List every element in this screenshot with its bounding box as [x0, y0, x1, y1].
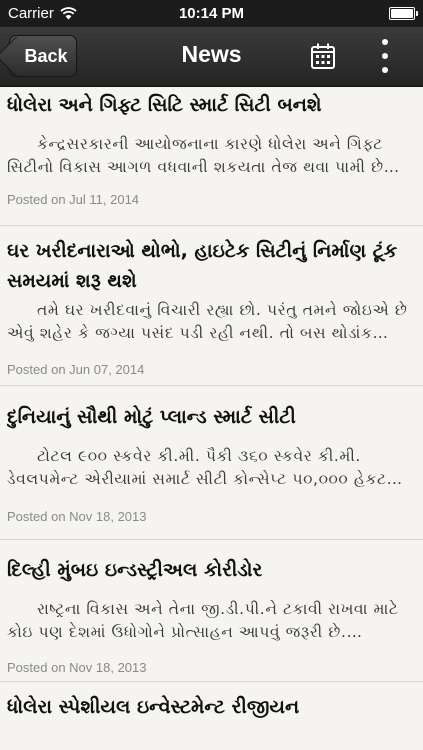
battery-icon	[389, 7, 418, 20]
news-title: દિલ્હી મુંબઇ ઇન્ડસ્ટ્રીઅલ કોરીડોર	[7, 559, 263, 581]
news-excerpt: ટોટલ ૯૦૦ સ્કવેર કી.મી. પૈકી ૩૬૦ સ્કવેર ક…	[7, 447, 403, 488]
news-list-item[interactable]: ધોલેરા સ્પેશીયલ ઇન્વેસ્ટમેન્ટ રીજીયન	[0, 682, 423, 722]
news-title: ધોલેરા સ્પેશીયલ ઇન્વેસ્ટમેન્ટ રીજીયન	[7, 696, 300, 718]
news-excerpt: કેન્દ્રસરકારની આયોજનાના કારણે ધોલેરા અને…	[7, 135, 400, 176]
news-list-item[interactable]: ધોલેરા અને ગિફ્ટ સિટિ સ્માર્ટ સિટી બનશે …	[0, 87, 423, 226]
news-list-item[interactable]: ઘર ખરીદનારાઓ થોભો, હાઇટેક સિટીનું નિર્મા…	[0, 226, 423, 386]
news-title: ધોલેરા અને ગિફ્ટ સિટિ સ્માર્ટ સિટી બનશે	[7, 94, 322, 116]
status-time: 10:14 PM	[178, 5, 245, 22]
more-dot	[382, 39, 388, 45]
news-date: Posted on Jun 07, 2014	[7, 362, 145, 377]
news-list: ધોલેરા અને ગિફ્ટ સિટિ સ્માર્ટ સિટી બનશે …	[0, 87, 423, 722]
news-list-item[interactable]: દુનિયાનું સૌથી મોટું પ્લાન્ડ સ્માર્ટ સીટ…	[0, 386, 423, 540]
news-excerpt: તમે ઘર ખરીદવાનું વિચારી રહ્યા છો. પરંતુ …	[7, 301, 408, 342]
status-bar: Carrier 10:14 PM	[0, 0, 423, 27]
news-date: Posted on Nov 18, 2013	[7, 509, 147, 524]
news-date: Posted on Jul 11, 2014	[7, 192, 140, 207]
page-title: News	[181, 41, 242, 67]
navigation-bar: Back News	[0, 27, 423, 87]
calendar-icon[interactable]	[310, 42, 336, 70]
news-excerpt: રાષ્ટ્રના વિકાસ અને તેના જી.ડી.પી.ને ટકા…	[7, 600, 399, 641]
more-dot	[382, 67, 388, 73]
news-list-item[interactable]: દિલ્હી મુંબઇ ઇન્ડસ્ટ્રીઅલ કોરીડોર રાષ્ટ્…	[0, 540, 423, 682]
more-vertical-icon[interactable]	[374, 39, 396, 73]
news-title: ઘર ખરીદનારાઓ થોભો, હાઇટેક સિટીનું નિર્મા…	[7, 240, 398, 292]
more-dot	[382, 53, 388, 59]
news-title: દુનિયાનું સૌથી મોટું પ્લાન્ડ સ્માર્ટ સીટ…	[7, 406, 296, 428]
news-date: Posted on Nov 18, 2013	[7, 660, 147, 675]
